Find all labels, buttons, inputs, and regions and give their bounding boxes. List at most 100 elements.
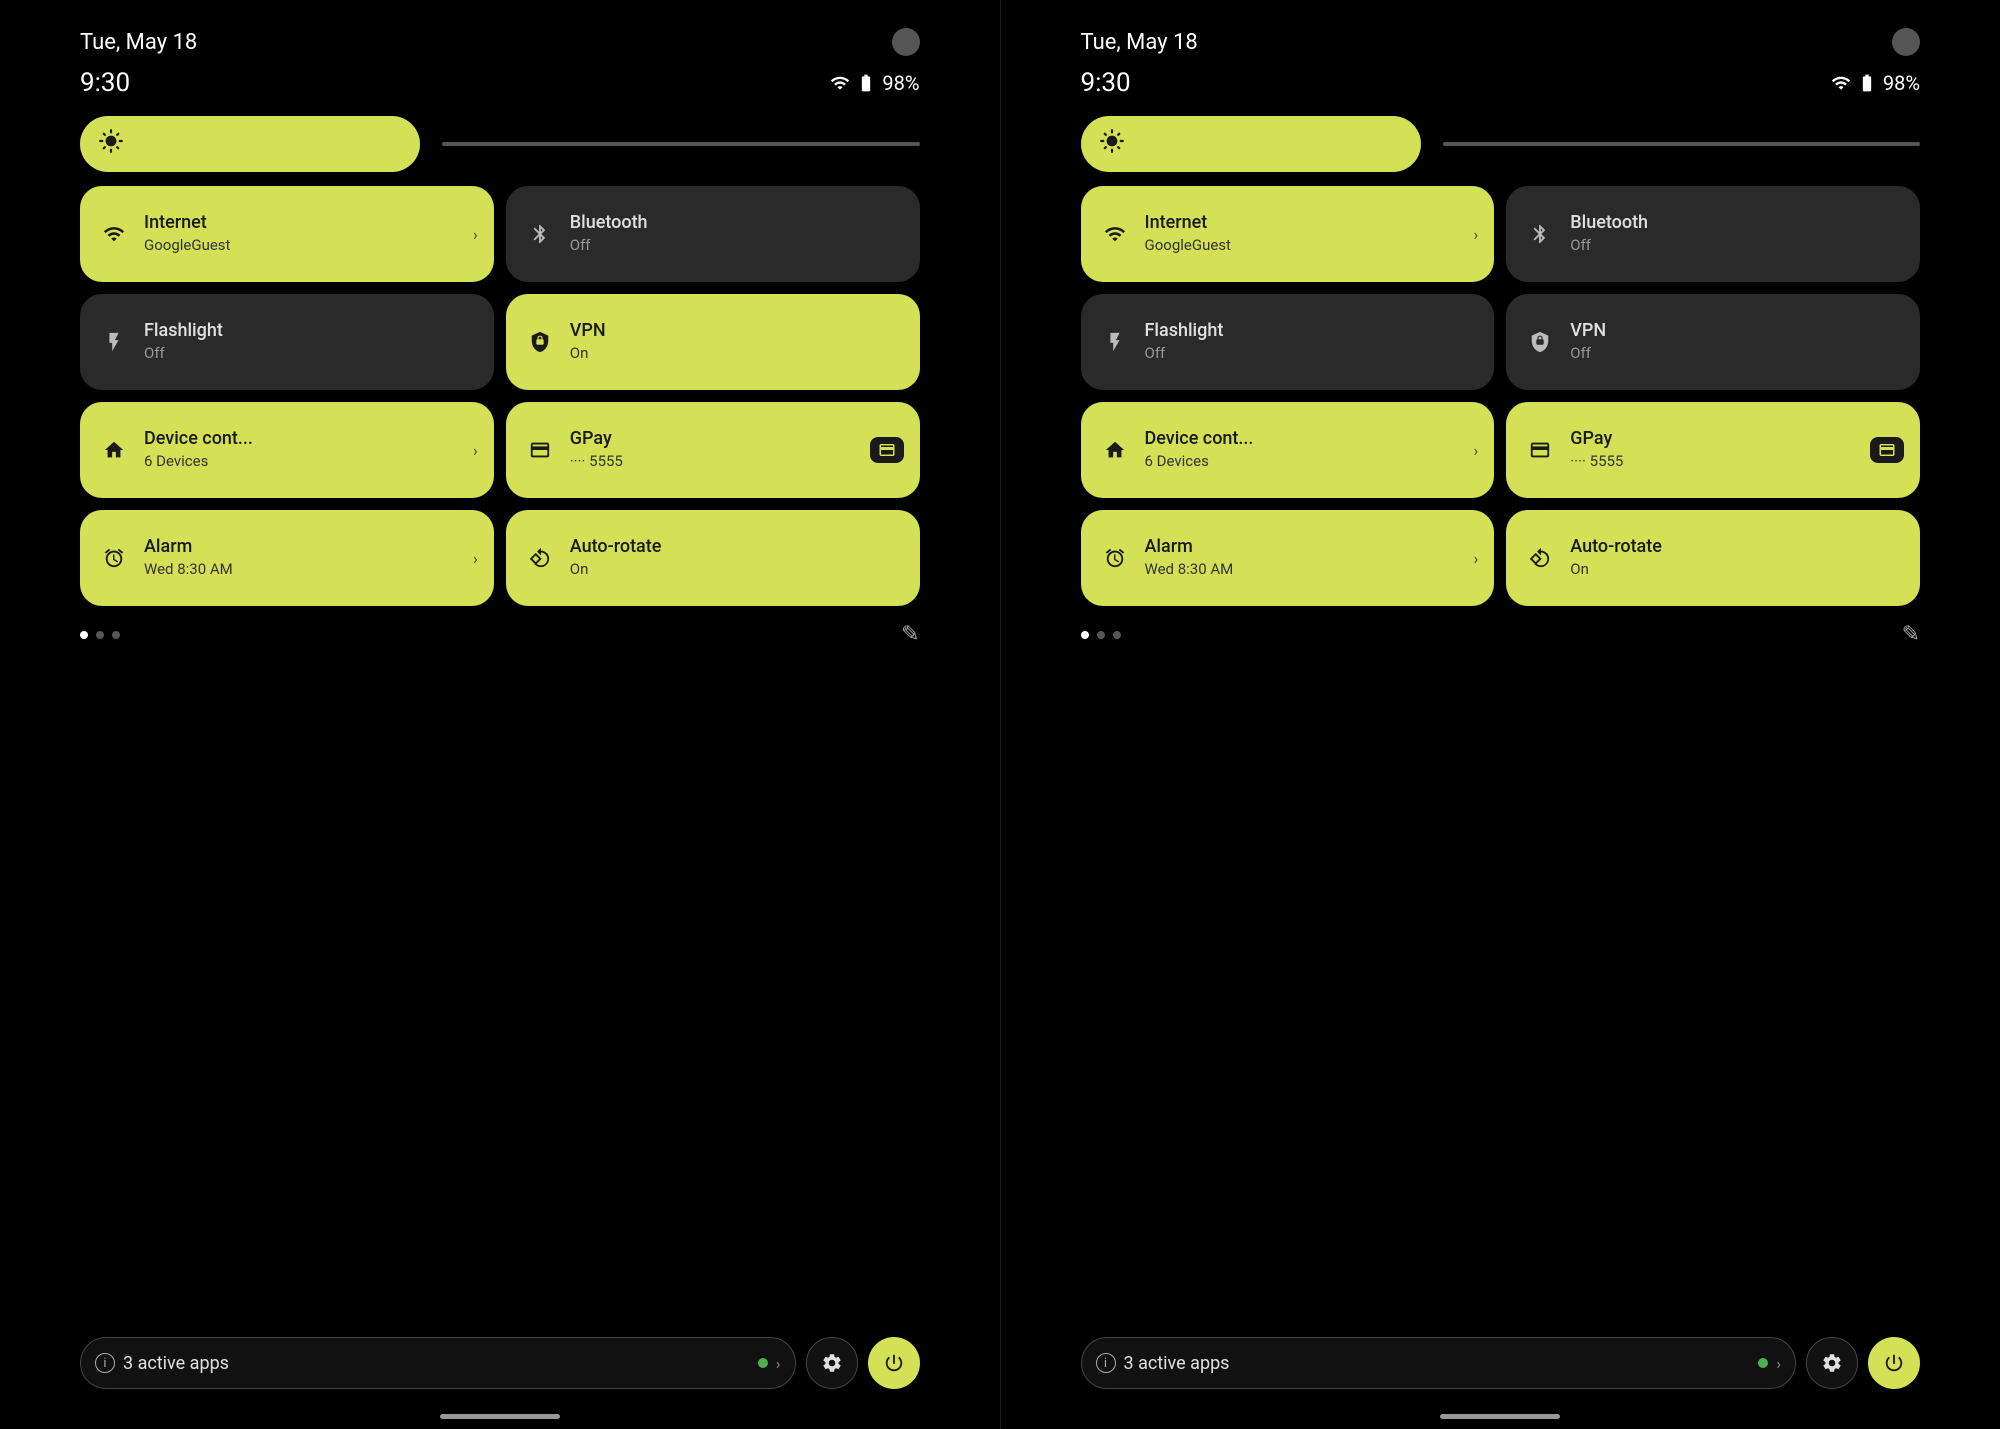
info-icon: i [1096, 1353, 1116, 1373]
tile-icon-rotate [1522, 540, 1558, 576]
dot-1 [80, 631, 88, 639]
home-indicator [440, 1414, 560, 1419]
tile-bluetooth[interactable]: Bluetooth Off [1506, 186, 1920, 282]
pagination-dots [80, 631, 120, 639]
dot-2 [1097, 631, 1105, 639]
brightness-track[interactable] [442, 142, 920, 146]
status-icons: 98% [1831, 71, 1920, 95]
tile-alarm[interactable]: Alarm Wed 8:30 AM › [1081, 510, 1495, 606]
status-date: Tue, May 18 [1081, 30, 1198, 55]
tile-icon-vpn [1522, 324, 1558, 360]
tile-device-control[interactable]: Device cont... 6 Devices › [80, 402, 494, 498]
tile-chevron: › [473, 225, 478, 244]
tile-flashlight[interactable]: Flashlight Off [80, 294, 494, 390]
tile-text: GPay ···· 5555 [1570, 428, 1858, 471]
brightness-pill[interactable] [1081, 116, 1421, 172]
tile-gpay[interactable]: GPay ···· 5555 [506, 402, 920, 498]
tile-text: Auto-rotate On [570, 536, 904, 579]
tile-icon-alarm [1097, 540, 1133, 576]
tile-subtitle: Wed 8:30 AM [1145, 560, 1462, 580]
tile-bluetooth[interactable]: Bluetooth Off [506, 186, 920, 282]
edit-icon[interactable]: ✎ [1902, 622, 1920, 647]
tile-icon-wifi [96, 216, 132, 252]
tile-internet[interactable]: Internet GoogleGuest › [1081, 186, 1495, 282]
settings-button[interactable] [806, 1337, 858, 1389]
tile-auto-rotate[interactable]: Auto-rotate On [1506, 510, 1920, 606]
brightness-icon [1099, 128, 1125, 161]
edit-icon[interactable]: ✎ [901, 622, 919, 647]
tile-device-control[interactable]: Device cont... 6 Devices › [1081, 402, 1495, 498]
active-apps-pill[interactable]: i 3 active apps › [1081, 1337, 1797, 1389]
pill-chevron: › [776, 1354, 781, 1373]
tile-subtitle: ···· 5555 [1570, 452, 1858, 472]
tile-subtitle: 6 Devices [1145, 452, 1462, 472]
status-icons: 98% [830, 71, 919, 95]
tile-title: GPay [570, 428, 858, 450]
tile-title: Device cont... [1145, 428, 1462, 450]
status-row: 9:30 98% [80, 62, 920, 116]
dot-3 [1113, 631, 1121, 639]
tile-text: Device cont... 6 Devices [1145, 428, 1462, 471]
bottom-bar: i 3 active apps › [1081, 1337, 1921, 1389]
tile-icon-vpn [522, 324, 558, 360]
tile-icon-bluetooth [1522, 216, 1558, 252]
tile-title: Auto-rotate [1570, 536, 1904, 558]
tile-text: VPN On [570, 320, 904, 363]
tile-icon-wifi [1097, 216, 1133, 252]
gpay-card [1870, 437, 1904, 463]
tile-title: Internet [1145, 212, 1462, 234]
status-time: 9:30 [1081, 68, 1131, 98]
tile-text: GPay ···· 5555 [570, 428, 858, 471]
tile-title: Bluetooth [1570, 212, 1904, 234]
panel-right: Tue, May 18 9:30 98% Internet [1001, 0, 2000, 1429]
brightness-row[interactable] [1081, 116, 1921, 172]
tile-flashlight[interactable]: Flashlight Off [1081, 294, 1495, 390]
brightness-track[interactable] [1443, 142, 1921, 146]
tile-subtitle: Off [1570, 236, 1904, 256]
pagination-dots [1081, 631, 1121, 639]
quick-tiles-grid: Internet GoogleGuest › Bluetooth Off Fla… [80, 186, 920, 606]
tile-text: Internet GoogleGuest [1145, 212, 1462, 255]
power-button[interactable] [868, 1337, 920, 1389]
pill-chevron: › [1776, 1354, 1781, 1373]
tile-icon-gpay [522, 432, 558, 468]
tiles-wrapper: Internet GoogleGuest › Bluetooth Off Fla… [1081, 186, 1921, 606]
tile-text: Device cont... 6 Devices [144, 428, 461, 471]
green-dot [758, 1358, 768, 1368]
brightness-pill[interactable] [80, 116, 420, 172]
brightness-icon [98, 128, 124, 161]
tile-gpay[interactable]: GPay ···· 5555 [1506, 402, 1920, 498]
tile-vpn[interactable]: VPN Off [1506, 294, 1920, 390]
battery-percentage: 98% [1883, 71, 1920, 95]
green-dot [1758, 1358, 1768, 1368]
tile-icon-gpay [1522, 432, 1558, 468]
tile-internet[interactable]: Internet GoogleGuest › [80, 186, 494, 282]
active-apps-text: 3 active apps [1124, 1353, 1751, 1374]
dot-1 [1081, 631, 1089, 639]
dot-2 [96, 631, 104, 639]
tile-icon-home [96, 432, 132, 468]
power-button[interactable] [1868, 1337, 1920, 1389]
tiles-wrapper: Internet GoogleGuest › Bluetooth Off Fla… [80, 186, 920, 606]
tile-subtitle: 6 Devices [144, 452, 461, 472]
tile-chevron: › [473, 549, 478, 568]
tile-vpn[interactable]: VPN On [506, 294, 920, 390]
active-apps-pill[interactable]: i 3 active apps › [80, 1337, 796, 1389]
tile-title: Bluetooth [570, 212, 904, 234]
pagination-row: ✎ [1081, 606, 1921, 647]
tile-subtitle: Off [570, 236, 904, 256]
quick-tiles-grid: Internet GoogleGuest › Bluetooth Off Fla… [1081, 186, 1921, 606]
tile-alarm[interactable]: Alarm Wed 8:30 AM › [80, 510, 494, 606]
tile-title: VPN [1570, 320, 1904, 342]
tile-subtitle: Off [1145, 344, 1479, 364]
tile-title: VPN [570, 320, 904, 342]
tile-subtitle: Off [144, 344, 478, 364]
status-bar: Tue, May 18 [1081, 18, 1921, 62]
battery-icon [856, 73, 876, 93]
status-date: Tue, May 18 [80, 30, 197, 55]
tile-auto-rotate[interactable]: Auto-rotate On [506, 510, 920, 606]
info-icon: i [95, 1353, 115, 1373]
settings-button[interactable] [1806, 1337, 1858, 1389]
tile-subtitle: ···· 5555 [570, 452, 858, 472]
brightness-row[interactable] [80, 116, 920, 172]
